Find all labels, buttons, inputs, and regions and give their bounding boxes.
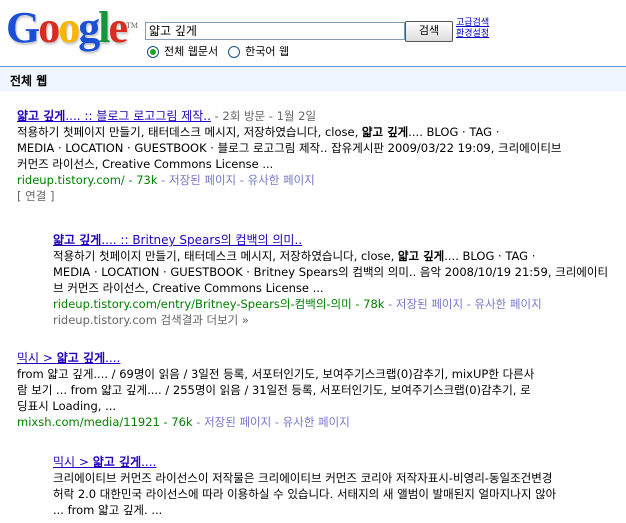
result-title-link[interactable]: 얇고 깊게.... :: 블로그 로고그림 제작.. <box>17 109 211 123</box>
result-item: 믹시 > 얇고 깊게.... 크리에이티브 커먼즈 라이선스이 저작물은 크리에… <box>53 454 556 518</box>
result-snippet: MEDIA · LOCATION · GUESTBOOK · 블로그 로고그림 … <box>17 141 562 155</box>
result-snippet: 커먼즈 라이선스, Creative Commons License ... <box>17 157 274 171</box>
search-input[interactable]: 얇고 깊게 <box>145 22 405 40</box>
related-link[interactable]: [ 연결 ] <box>17 188 562 204</box>
cached-similar-links[interactable]: - 저장된 페이지 - 유사한 페이지 <box>384 297 542 311</box>
preferences-link[interactable]: 환경설정 <box>456 29 489 40</box>
result-snippet: ... from 얇고 깊게. ... <box>53 503 163 517</box>
search-options-links: 고급검색 환경설정 <box>456 18 489 40</box>
result-snippet: MEDIA · LOCATION · GUESTBOOK · Britney S… <box>53 265 609 279</box>
radio-all-web-label[interactable]: 전체 웹문서 <box>164 45 218 59</box>
search-button[interactable]: 검색 <box>405 21 453 42</box>
result-title-link[interactable]: 얇고 깊게.... :: Britney Spears의 컴백의 의미.. <box>53 233 302 247</box>
result-meta: - 2회 방문 - 1월 2일 <box>210 109 317 123</box>
header: GoogleTM 얇고 깊게 검색 고급검색 환경설정 전체 웹문서 한국어 웹 <box>0 0 626 66</box>
result-snippet: from 얇고 깊게.... / 69명이 읽음 / 3일전 등록, 서포터인기… <box>17 367 535 381</box>
result-snippet: 딩표시 Loading, ... <box>17 399 117 413</box>
advanced-search-link[interactable]: 고급검색 <box>456 18 489 29</box>
result-title-link[interactable]: 믹시 > 얇고 깊게.... <box>53 455 156 469</box>
result-snippet: 적용하기 첫페이지 만들기, 태터데스크 메시지, 저장하였습니다, close… <box>53 249 536 263</box>
results-bar: 전체 웹 <box>0 66 626 91</box>
result-item: 믹시 > 얇고 깊게.... from 얇고 깊게.... / 69명이 읽음 … <box>17 350 534 430</box>
search-scope: 전체 웹문서 한국어 웹 <box>147 45 299 59</box>
result-snippet: 브 커먼즈 라이선스, Creative Commons License ... <box>53 281 324 295</box>
results-bar-title: 전체 웹 <box>10 74 48 88</box>
google-logo[interactable]: GoogleTM <box>6 2 138 54</box>
result-snippet: 적용하기 첫페이지 만들기, 태터데스크 메시지, 저장하였습니다, close… <box>17 125 500 139</box>
result-item: 얇고 깊게.... :: 블로그 로고그림 제작.. - 2회 방문 - 1월 … <box>17 108 562 204</box>
cached-similar-links[interactable]: - 저장된 페이지 - 유사한 페이지 <box>158 173 315 187</box>
result-url: rideup.tistory.com/entry/Britney-Spears의… <box>53 297 385 311</box>
radio-all-web[interactable] <box>147 46 159 58</box>
result-url: mixsh.com/media/11921 - 76k <box>17 415 193 429</box>
result-snippet: 크리에이티브 커먼즈 라이선스이 저작물은 크리에이티브 커먼즈 코리아 저작자… <box>53 471 553 485</box>
result-snippet: 허락 2.0 대한민국 라이선스에 따라 이용하실 수 있습니다. 서태지의 새… <box>53 487 557 501</box>
result-title-link[interactable]: 믹시 > 얇고 깊게.... <box>17 351 120 365</box>
cached-similar-links[interactable]: - 저장된 페이지 - 유사한 페이지 <box>193 415 350 429</box>
result-url: rideup.tistory.com/ - 73k <box>17 173 158 187</box>
result-item: 얇고 깊게.... :: Britney Spears의 컴백의 의미.. 적용… <box>53 232 608 328</box>
more-results-link[interactable]: rideup.tistory.com 검색결과 더보기 » <box>53 312 608 328</box>
result-snippet: 람 보기 ... from 얇고 깊게.... / 255명이 읽음 / 31일… <box>17 383 531 397</box>
radio-korean-web-label[interactable]: 한국어 웹 <box>245 45 289 59</box>
radio-korean-web[interactable] <box>228 46 241 58</box>
